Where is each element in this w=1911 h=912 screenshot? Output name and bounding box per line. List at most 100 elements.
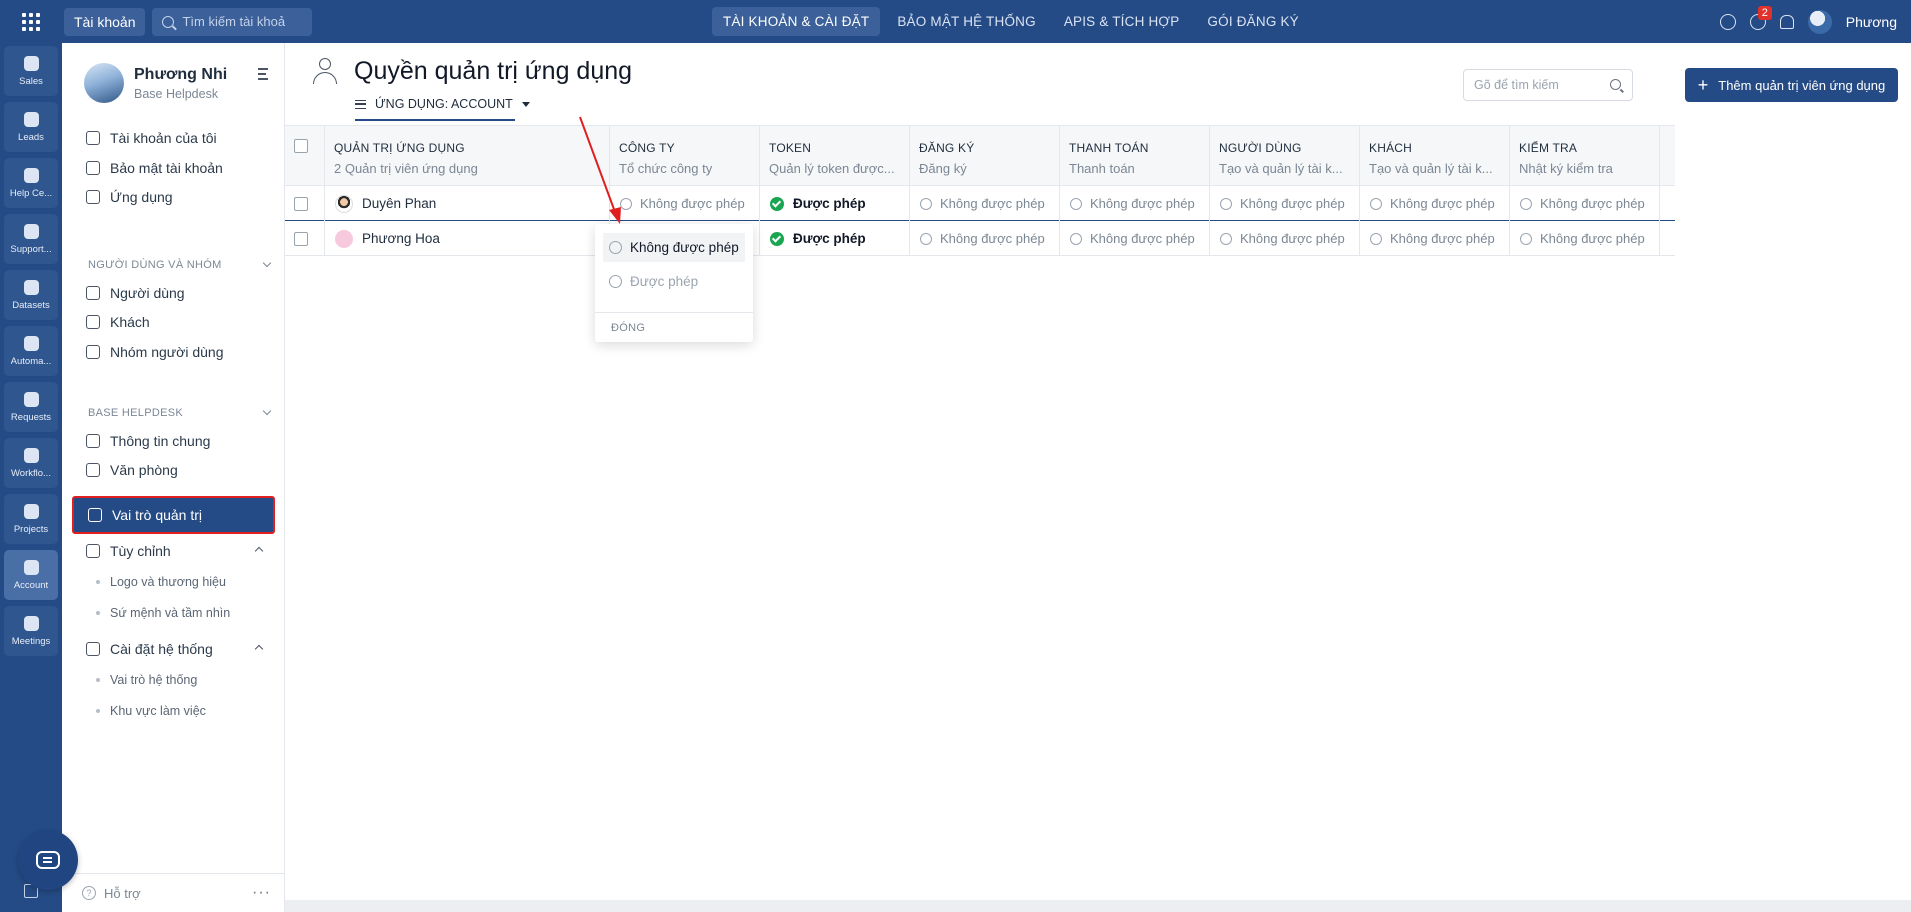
rail-support[interactable]: Support...	[4, 214, 58, 264]
rail-meetings[interactable]: Meetings	[4, 606, 58, 656]
add-app-admin-button[interactable]: + Thêm quản trị viên ứng dụng	[1685, 68, 1898, 102]
topnav-apis[interactable]: APIS & TÍCH HỢP	[1053, 7, 1191, 36]
rail-leads[interactable]: Leads	[4, 102, 58, 152]
row-checkbox[interactable]	[294, 196, 308, 211]
rail-projects[interactable]: Projects	[4, 494, 58, 544]
sidebar-item-guests[interactable]: Khách	[72, 305, 272, 339]
perm-cell[interactable]: Không được phép	[1360, 186, 1510, 221]
perm-cell[interactable]: Không được phép	[1510, 186, 1660, 221]
user-avatar[interactable]	[1807, 9, 1832, 34]
rail-label: Support...	[10, 243, 52, 255]
bell-icon[interactable]	[1779, 14, 1794, 29]
topnav-subscription[interactable]: GÓI ĐĂNG KÝ	[1196, 7, 1309, 36]
table-header: QUẢN TRỊ ỨNG DỤNG 2 Quản trị viên ứng dụn…	[285, 125, 1675, 187]
perm-cell[interactable]: Không được phép	[1210, 186, 1360, 221]
perm-cell[interactable]: Không được phép	[910, 186, 1060, 221]
section-users-groups[interactable]: NGƯỜI DÙNG VÀ NHÓM	[88, 258, 274, 271]
option-not-allowed[interactable]: Không được phép	[603, 233, 745, 262]
topnav-account-settings[interactable]: TÀI KHOẢN & CÀI ĐẶT	[712, 7, 881, 36]
rail-workflow[interactable]: Workflo...	[4, 438, 58, 488]
help-icon[interactable]: ?	[82, 886, 96, 900]
column-title: QUẢN TRỊ ỨNG DỤNG	[334, 141, 465, 155]
help-link[interactable]: Hỗ trợ	[104, 886, 141, 901]
sidebar-item-admin-roles[interactable]: Vai trò quản trị	[72, 496, 275, 534]
column-subtitle: Tổ chức công ty	[619, 161, 713, 176]
col-app-admin: QUẢN TRỊ ỨNG DỤNG 2 Quản trị viên ứng dụn…	[325, 126, 610, 187]
sidebar-item-label: Văn phòng	[110, 462, 178, 478]
section-base-helpdesk[interactable]: BASE HELPDESK	[88, 406, 274, 419]
top-right-tools: 2 Phương	[1719, 0, 1911, 43]
sidebar-subitem-mission[interactable]: Sứ mệnh và tầm nhìn	[96, 606, 230, 620]
option-label: Không được phép	[630, 240, 739, 255]
perm-cell[interactable]: Không được phép	[1060, 221, 1210, 256]
account-chip[interactable]: Tài khoản	[64, 7, 146, 36]
caret-down-icon	[521, 101, 530, 107]
sidebar-footer: ? Hỗ trợ ···	[62, 873, 285, 912]
user-name[interactable]: Phương	[1846, 14, 1897, 30]
perm-label: Không được phép	[1540, 231, 1645, 246]
permission-dropdown: Không được phép Được phép ĐÓNG	[595, 224, 753, 342]
select-all-checkbox[interactable]	[294, 139, 308, 153]
alarm-icon[interactable]: 2	[1749, 5, 1772, 30]
perm-cell[interactable]: Không được phép	[1060, 186, 1210, 221]
rail-sales[interactable]: Sales	[4, 46, 58, 96]
chat-support-button[interactable]	[18, 830, 78, 890]
perm-cell[interactable]: Không được phép	[1360, 221, 1510, 256]
perm-cell[interactable]: Không được phép	[610, 186, 760, 221]
app-filter-dropdown[interactable]: ỨNG DỤNG: ACCOUNT	[355, 97, 530, 111]
chevron-down-icon	[262, 406, 272, 416]
rail-datasets[interactable]: Datasets	[4, 270, 58, 320]
collapse-sidebar-icon[interactable]	[258, 68, 274, 80]
sidebar-item-label: Cài đặt hệ thống	[110, 641, 213, 657]
perm-cell[interactable]: Không được phép	[910, 221, 1060, 256]
apps-grid-icon[interactable]	[0, 0, 62, 43]
helpcenter-icon	[23, 167, 39, 183]
radio-icon	[609, 241, 622, 254]
rail-automation[interactable]: Automa...	[4, 326, 58, 376]
sidebar-item-label: Khách	[110, 314, 150, 330]
col-users: NGƯỜI DÙNG Tạo và quản lý tài k...	[1210, 126, 1360, 187]
sidebar-item-customize[interactable]: Tùy chỉnh	[72, 534, 272, 568]
sidebar-item-apps[interactable]: Ứng dụng	[72, 180, 272, 214]
row-checkbox[interactable]	[294, 231, 308, 246]
top-search-placeholder: Tìm kiếm tài khoả	[182, 14, 286, 29]
more-icon[interactable]: ···	[252, 884, 271, 902]
perm-cell[interactable]: Không được phép	[1510, 221, 1660, 256]
dropdown-close-button[interactable]: ĐÓNG	[595, 312, 753, 342]
rail-label: Leads	[18, 131, 44, 143]
perm-cell[interactable]: Được phép	[760, 221, 910, 256]
top-search-input[interactable]: Tìm kiếm tài khoả	[152, 7, 313, 36]
chevron-down-icon	[262, 258, 272, 268]
rail-requests[interactable]: Requests	[4, 382, 58, 432]
user-name: Duyên Phan	[362, 196, 437, 211]
horizontal-scrollbar[interactable]	[285, 900, 1911, 912]
perm-cell[interactable]: Không được phép	[1210, 221, 1360, 256]
send-icon[interactable]	[1719, 13, 1736, 30]
radio-icon	[1520, 197, 1532, 210]
sidebar-item-user-groups[interactable]: Nhóm người dùng	[72, 335, 272, 369]
radio-icon	[620, 197, 632, 210]
topnav-system-security[interactable]: BẢO MẬT HỆ THỐNG	[886, 7, 1046, 36]
sidebar-item-system-settings[interactable]: Cài đặt hệ thống	[72, 632, 272, 666]
sidebar-item-label: Nhóm người dùng	[110, 344, 224, 360]
sidebar-subitem-logo[interactable]: Logo và thương hiệu	[96, 575, 226, 589]
account-icon	[23, 559, 39, 575]
shield-icon	[86, 161, 100, 175]
rail-helpcenter[interactable]: Help Ce...	[4, 158, 58, 208]
search-input[interactable]: Gõ để tìm kiếm	[1463, 69, 1633, 101]
sidebar-subitem-workspace[interactable]: Khu vực làm việc	[96, 704, 206, 718]
sidebar-item-my-account[interactable]: Tài khoản của tôi	[72, 121, 272, 155]
rail-account[interactable]: Account	[4, 550, 58, 600]
option-allowed[interactable]: Được phép	[603, 267, 745, 296]
meetings-icon	[23, 615, 39, 631]
perm-label: Được phép	[793, 231, 866, 246]
sidebar-item-office[interactable]: Văn phòng	[72, 453, 272, 487]
table-row: Phương Hoa Được phép Không được phép Khô…	[285, 221, 1675, 256]
column-subtitle: 2 Quản trị viên ứng dụng	[334, 161, 478, 176]
sidebar-subitem-system-roles[interactable]: Vai trò hệ thống	[96, 673, 197, 687]
perm-cell[interactable]: Được phép	[760, 186, 910, 221]
sidebar: Phương Nhi Base Helpdesk Tài khoản của t…	[62, 43, 285, 912]
apps-icon	[86, 190, 100, 204]
building-icon	[86, 434, 100, 448]
col-audit: KIỂM TRA Nhật ký kiểm tra	[1510, 126, 1660, 187]
